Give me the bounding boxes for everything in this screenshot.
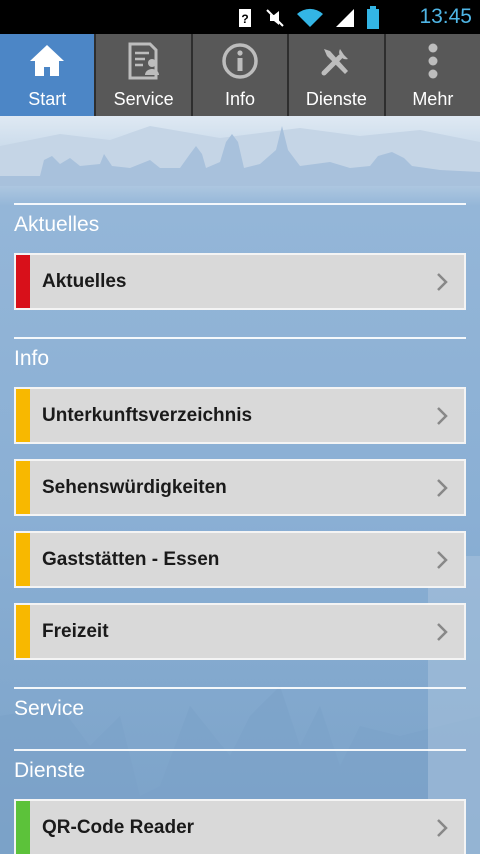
- content-area: Aktuelles Aktuelles Info Unterkunftsverz…: [0, 116, 480, 854]
- tab-start-label: Start: [28, 89, 67, 109]
- category-color-bar: [16, 389, 30, 442]
- home-icon: [30, 45, 65, 76]
- info-icon: [222, 43, 258, 79]
- category-color-bar: [16, 255, 30, 308]
- tab-start[interactable]: Start: [0, 34, 97, 116]
- clock: 13:45: [419, 5, 472, 28]
- tools-icon: [321, 49, 349, 76]
- signal-icon: [336, 9, 354, 27]
- tab-bar: Start Service Info Dienste Mehr: [0, 34, 480, 116]
- list-item-qr-code-reader[interactable]: QR-Code Reader: [14, 799, 466, 854]
- list-item-gaststaetten-essen[interactable]: Gaststätten - Essen: [14, 531, 466, 588]
- document-person-icon: [128, 42, 159, 80]
- more-vertical-icon: [428, 43, 438, 79]
- section-title: Aktuelles: [14, 213, 100, 236]
- chevron-right-icon: [437, 550, 448, 569]
- chevron-right-icon: [437, 406, 448, 425]
- battery-icon: [367, 6, 379, 29]
- list-item-aktuelles[interactable]: Aktuelles: [14, 253, 466, 310]
- town-skyline-illustration: [0, 126, 480, 186]
- category-color-bar: [16, 533, 30, 586]
- category-color-bar: [16, 801, 30, 854]
- list-item-label: Unterkunftsverzeichnis: [42, 404, 253, 426]
- section-service-header: Service: [14, 687, 466, 721]
- tab-service-label: Service: [113, 89, 174, 109]
- list-item-label: QR-Code Reader: [42, 816, 195, 838]
- list-item-label: Sehenswürdigkeiten: [42, 476, 227, 498]
- chevron-right-icon: [437, 478, 448, 497]
- section-title: Info: [14, 347, 50, 370]
- chevron-right-icon: [437, 818, 448, 837]
- chevron-right-icon: [437, 622, 448, 641]
- list-item-freizeit[interactable]: Freizeit: [14, 603, 466, 660]
- list-item-label: Freizeit: [42, 620, 109, 642]
- chevron-right-icon: [437, 272, 448, 291]
- section-divider: [14, 337, 466, 339]
- mute-icon: [266, 9, 284, 27]
- status-bar: ? 13:45: [0, 0, 480, 34]
- section-title: Service: [14, 697, 85, 720]
- tab-mehr-label: Mehr: [412, 89, 454, 109]
- tab-dienste-label: Dienste: [305, 89, 367, 109]
- status-icons: ?: [236, 6, 380, 30]
- section-divider: [14, 749, 466, 751]
- section-info-header: Info: [14, 337, 466, 371]
- list-item-unterkunftsverzeichnis[interactable]: Unterkunftsverzeichnis: [14, 387, 466, 444]
- category-color-bar: [16, 461, 30, 514]
- section-aktuelles-header: Aktuelles: [14, 203, 466, 237]
- category-color-bar: [16, 605, 30, 658]
- tab-service[interactable]: Service: [96, 34, 193, 116]
- tab-dienste[interactable]: Dienste: [289, 34, 386, 116]
- section-title: Dienste: [14, 759, 86, 782]
- svg-text:?: ?: [241, 12, 248, 26]
- alert-icon: ?: [239, 9, 251, 27]
- list-item-label: Aktuelles: [42, 270, 127, 292]
- section-divider: [14, 687, 466, 689]
- tab-info[interactable]: Info: [192, 34, 290, 116]
- section-dienste-header: Dienste: [14, 749, 466, 783]
- wifi-icon: [297, 8, 323, 27]
- list-item-sehenswuerdigkeiten[interactable]: Sehenswürdigkeiten: [14, 459, 466, 516]
- tab-mehr[interactable]: Mehr: [385, 34, 480, 116]
- list-item-label: Gaststätten - Essen: [42, 548, 220, 570]
- tab-info-label: Info: [225, 89, 256, 109]
- section-divider: [14, 203, 466, 205]
